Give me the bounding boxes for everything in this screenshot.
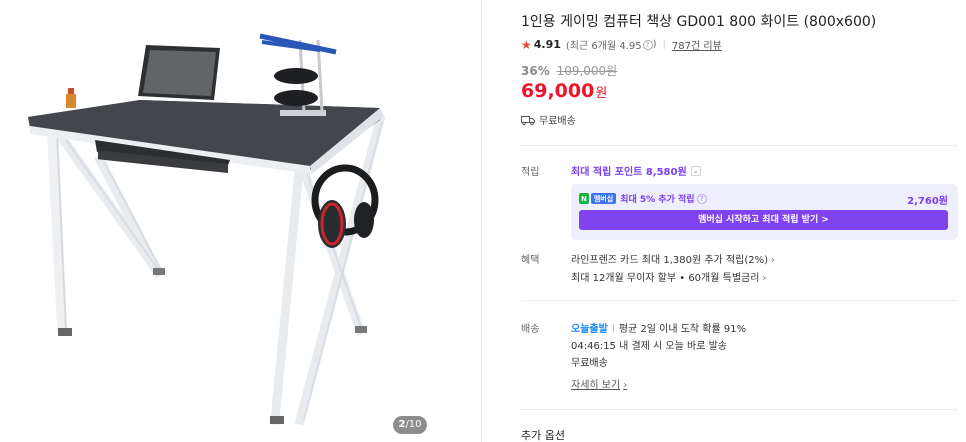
- shipping-row: 무료배송: [521, 112, 576, 127]
- benefit-installment-link[interactable]: 최대 12개월 무이자 할부 • 60개월 특별금리 ›: [571, 269, 766, 284]
- benefits-label: 혜택: [521, 255, 540, 266]
- divider: [481, 0, 482, 442]
- npay-badge: N: [579, 193, 589, 204]
- delivery-label: 배송: [521, 324, 540, 335]
- membership-amount: 2,760원: [907, 196, 948, 207]
- membership-box: N 멤버십 최대 5% 추가 적립 ? 2,760원 멤버십 시작하고 최대 적…: [571, 184, 958, 240]
- rating-score: 4.91: [533, 38, 561, 51]
- membership-info: N 멤버십 최대 5% 추가 적립 ?: [579, 192, 707, 205]
- recent-rating-close: ): [652, 39, 657, 50]
- membership-badge: 멤버십: [590, 193, 617, 204]
- membership-text: 최대 5% 추가 적립: [620, 195, 695, 205]
- membership-start-button[interactable]: 멤버십 시작하고 최대 적립 받기 >: [579, 210, 948, 230]
- star-icon: ★: [521, 37, 532, 52]
- divider: [521, 409, 958, 410]
- info-icon[interactable]: ?: [696, 193, 707, 204]
- original-price: 109,000원: [556, 64, 618, 78]
- points-label: 적립: [521, 167, 540, 178]
- delivery-shipping-fee: 무료배송: [571, 358, 608, 369]
- delivery-detail-link[interactable]: 자세히 보기 ›: [571, 376, 627, 391]
- chevron-right-icon: ›: [623, 380, 628, 391]
- dispatch-deadline: 04:46:15 내 결제 시 오늘 바로 발송: [571, 341, 727, 352]
- separator: |: [662, 39, 666, 50]
- original-price-row: 36% 109,000원: [521, 62, 617, 79]
- shipping-text: 무료배송: [539, 116, 576, 127]
- product-image: [28, 33, 386, 426]
- benefit-card-link[interactable]: 라인프렌즈 카드 최대 1,380원 추가 적립(2%) ›: [571, 251, 775, 266]
- recent-rating: (최근 6개월 4.95: [565, 41, 642, 52]
- rating-row: ★ 4.91 (최근 6개월 4.95 ? ) | 787건 리뷰: [521, 37, 722, 53]
- product-title: 1인용 게이밍 컴퓨터 책상 GD001 800 화이트 (800x600): [521, 14, 877, 30]
- truck-icon: [521, 115, 535, 125]
- max-point-toggle[interactable]: 최대 적립 포인트 8,580원 ⌄: [571, 163, 701, 178]
- divider: [521, 145, 958, 146]
- delivery-summary: 오늘출발 평균 2일 이내 도착 확률 91%: [571, 320, 746, 335]
- sale-price: 69,000: [521, 80, 595, 102]
- options-title: 추가 옵션: [521, 429, 565, 442]
- chevron-right-icon: ›: [771, 255, 775, 266]
- discount-rate: 36%: [521, 64, 550, 78]
- reviews-link[interactable]: 787건 리뷰: [672, 37, 722, 52]
- product-info-panel: 1인용 게이밍 컴퓨터 책상 GD001 800 화이트 (800x600) ★…: [521, 0, 958, 442]
- chevron-right-icon: ›: [762, 273, 767, 284]
- arrival-rate: 평균 2일 이내 도착 확률 91%: [618, 324, 747, 335]
- info-icon[interactable]: ?: [642, 39, 653, 50]
- max-point-text: 최대 적립 포인트 8,580원: [571, 167, 687, 178]
- sale-price-row: 69,000원: [521, 80, 607, 102]
- currency-unit: 원: [595, 86, 608, 101]
- product-image-gallery[interactable]: 2/10: [0, 0, 481, 442]
- divider: [521, 300, 958, 301]
- chevron-down-icon: ⌄: [690, 165, 701, 176]
- separator: [612, 324, 614, 333]
- image-counter: 2/10: [393, 416, 427, 434]
- today-dispatch-badge: 오늘출발: [571, 324, 608, 335]
